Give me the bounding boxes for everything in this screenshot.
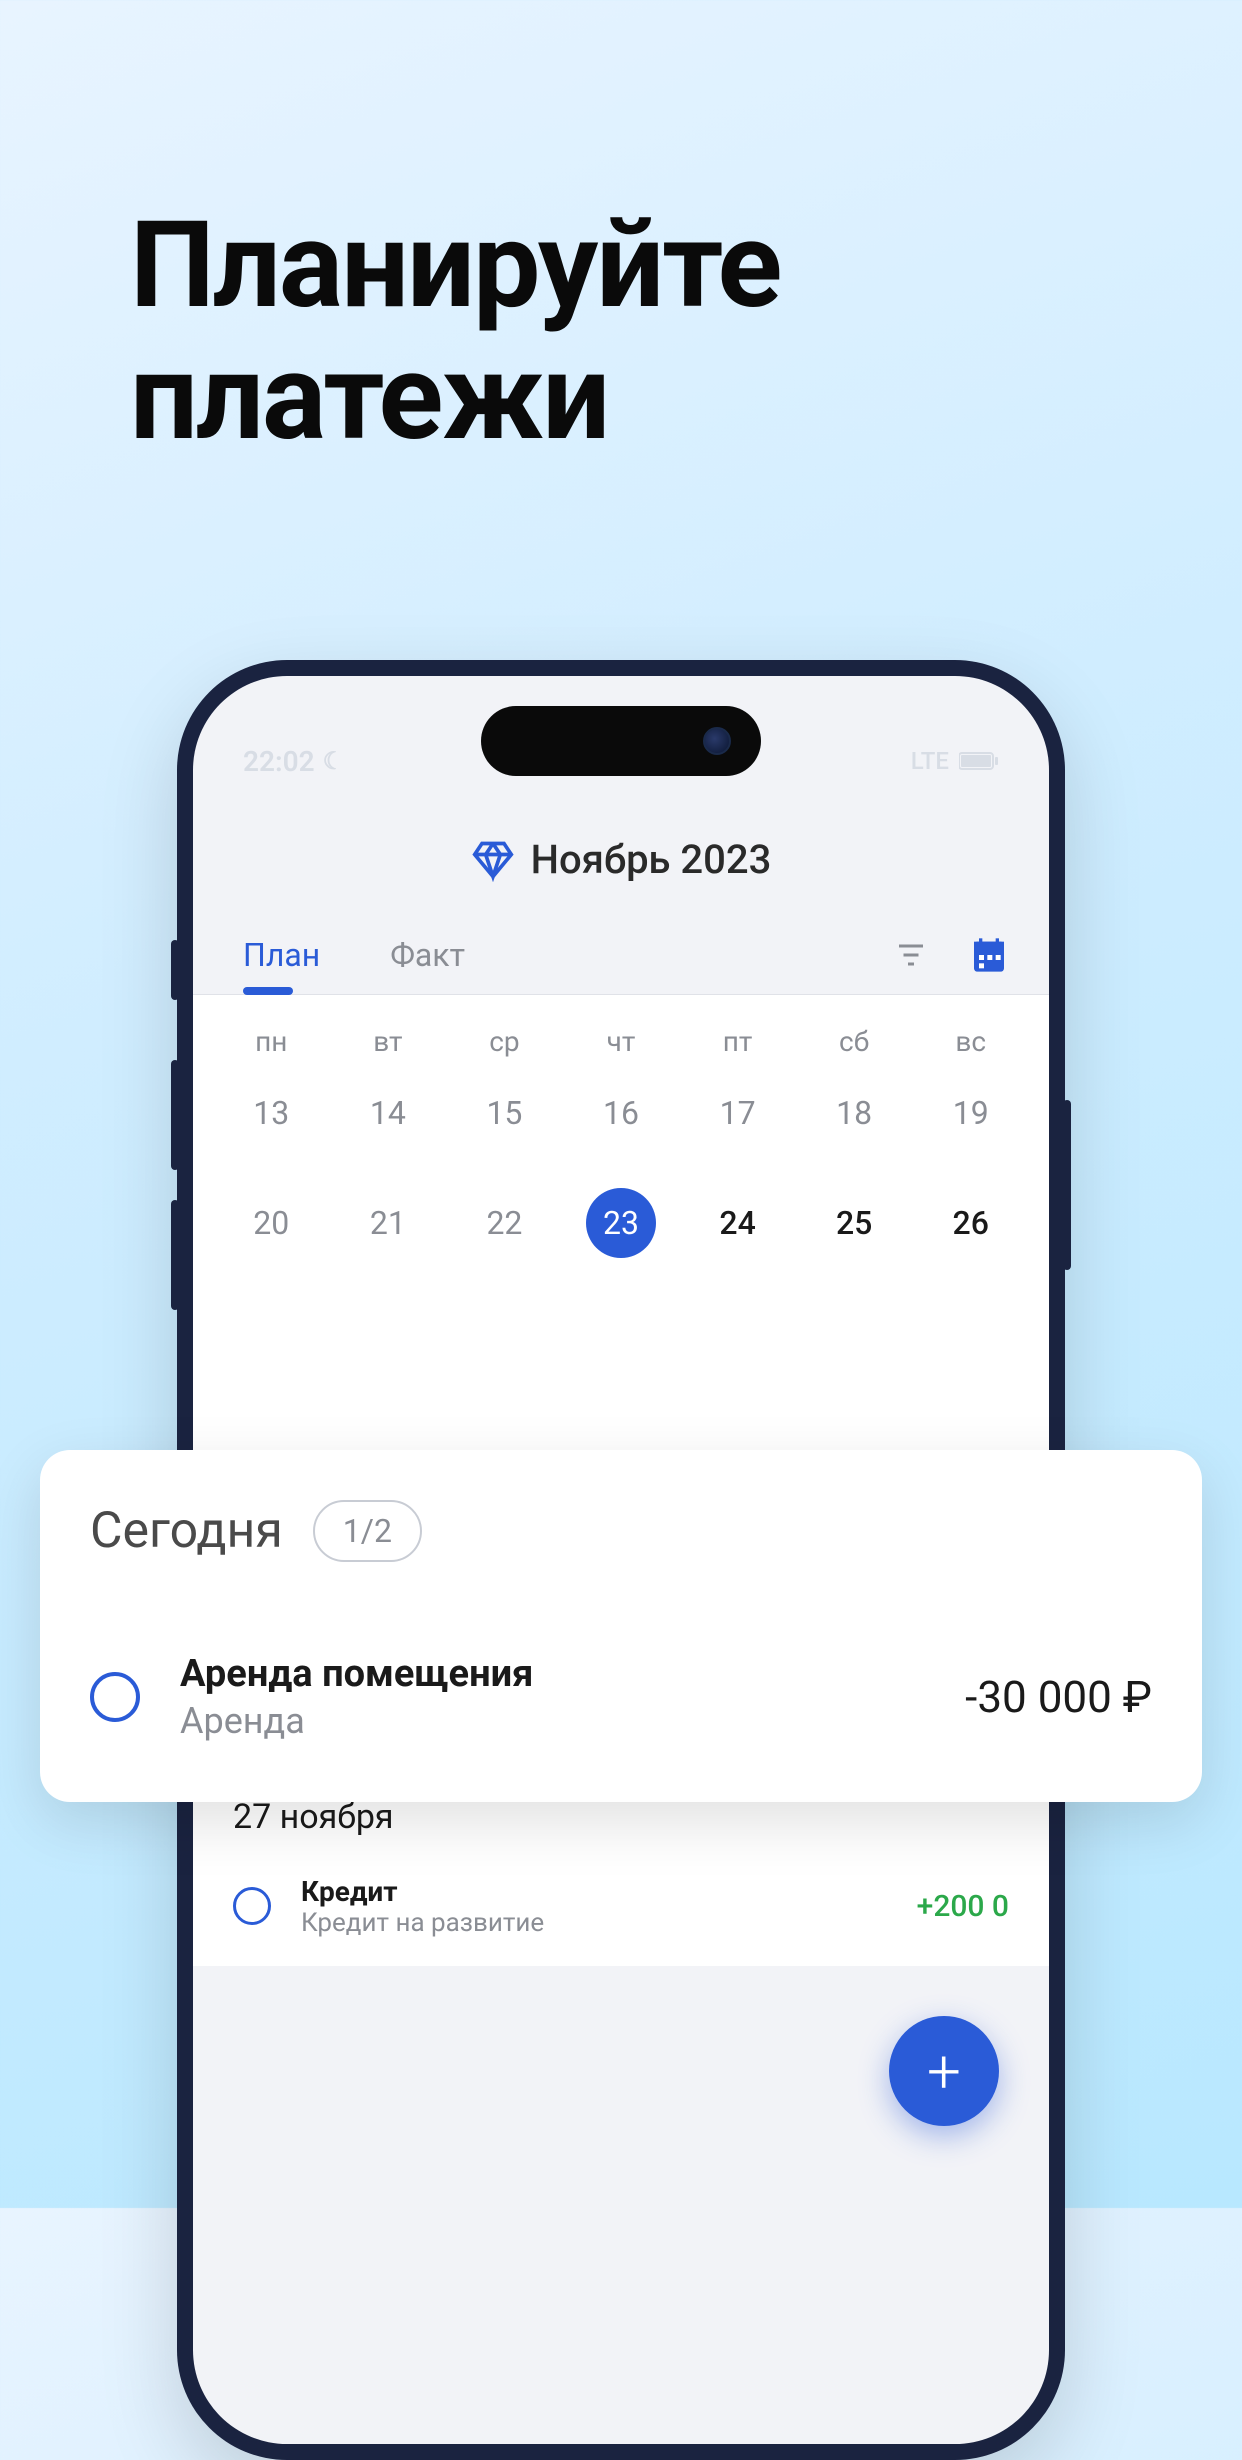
status-time: 22:02 xyxy=(243,745,315,778)
weekday-label: пн xyxy=(213,1025,330,1058)
phone-side-button xyxy=(171,1200,179,1310)
transaction-list: Кредит Кредит на развитие +200 0 xyxy=(193,1847,1049,1966)
weekday-label: пт xyxy=(679,1025,796,1058)
month-label: Ноябрь 2023 xyxy=(531,836,772,883)
today-popup: Сегодня 1/2 Аренда помещения Аренда -30 … xyxy=(40,1450,1202,1802)
calendar-date-selected[interactable]: 23 xyxy=(563,1188,680,1258)
calendar-date[interactable]: 17 xyxy=(679,1078,796,1148)
calendar-date[interactable]: 14 xyxy=(330,1078,447,1148)
radio-icon[interactable] xyxy=(233,1887,271,1925)
headline-line1: Планируйте xyxy=(130,200,780,332)
popup-title: Сегодня xyxy=(90,1502,283,1560)
app-header: Ноябрь 2023 xyxy=(193,796,1049,916)
headline-line2: платежи xyxy=(130,332,780,464)
filter-icon[interactable] xyxy=(893,937,929,973)
popup-count-badge: 1/2 xyxy=(313,1500,422,1562)
phone-side-button xyxy=(1063,1100,1071,1270)
tab-plan[interactable]: План xyxy=(233,916,330,994)
weekday-label: ср xyxy=(446,1025,563,1058)
calendar-date[interactable]: 25 xyxy=(796,1188,913,1258)
list-item[interactable]: Кредит Кредит на развитие +200 0 xyxy=(233,1847,1009,1966)
calendar-date[interactable]: 20 xyxy=(213,1188,330,1258)
camera-icon xyxy=(703,727,731,755)
weekday-label: вт xyxy=(330,1025,447,1058)
calendar-date[interactable]: 19 xyxy=(912,1078,1029,1148)
calendar-date[interactable]: 13 xyxy=(213,1078,330,1148)
calendar-date[interactable]: 15 xyxy=(446,1078,563,1148)
item-title: Кредит xyxy=(301,1875,887,1908)
calendar-date[interactable]: 22 xyxy=(446,1188,563,1258)
popup-item[interactable]: Аренда помещения Аренда -30 000 ₽ xyxy=(90,1652,1152,1742)
popup-item-sub: Аренда xyxy=(180,1700,925,1742)
plus-icon: + xyxy=(927,2036,961,2107)
page-headline: Планируйте платежи xyxy=(130,200,780,464)
calendar-dates: 13 14 15 16 17 18 19 20 21 22 23 24 25 2… xyxy=(193,1078,1049,1288)
calendar-date[interactable]: 26 xyxy=(912,1188,1029,1258)
tabs-row: План Факт xyxy=(193,916,1049,995)
calendar-icon[interactable] xyxy=(969,935,1009,975)
calendar-date[interactable]: 16 xyxy=(563,1078,680,1148)
popup-item-title: Аренда помещения xyxy=(180,1652,925,1696)
weekday-label: сб xyxy=(796,1025,913,1058)
calendar-date[interactable]: 18 xyxy=(796,1078,913,1148)
weekday-label: вс xyxy=(912,1025,1029,1058)
popup-item-amount: -30 000 ₽ xyxy=(965,1671,1152,1723)
add-button[interactable]: + xyxy=(889,2016,999,2126)
calendar-date[interactable]: 24 xyxy=(679,1188,796,1258)
diamond-icon xyxy=(471,838,515,882)
moon-icon: ☾ xyxy=(323,747,345,775)
radio-icon[interactable] xyxy=(90,1672,140,1722)
weekday-label: чт xyxy=(563,1025,680,1058)
month-selector[interactable]: Ноябрь 2023 xyxy=(471,836,772,883)
status-network: LTE xyxy=(911,747,949,775)
item-sub: Кредит на развитие xyxy=(301,1908,887,1938)
calendar-weekdays: пн вт ср чт пт сб вс xyxy=(193,995,1049,1078)
tab-fact[interactable]: Факт xyxy=(380,916,475,994)
calendar-date[interactable]: 21 xyxy=(330,1188,447,1258)
item-amount: +200 0 xyxy=(917,1889,1009,1924)
battery-icon xyxy=(959,751,999,771)
phone-side-button xyxy=(171,1060,179,1170)
phone-notch xyxy=(481,706,761,776)
phone-side-button xyxy=(171,940,179,1000)
calendar: пн вт ср чт пт сб вс 13 14 15 16 17 18 1… xyxy=(193,995,1049,1288)
